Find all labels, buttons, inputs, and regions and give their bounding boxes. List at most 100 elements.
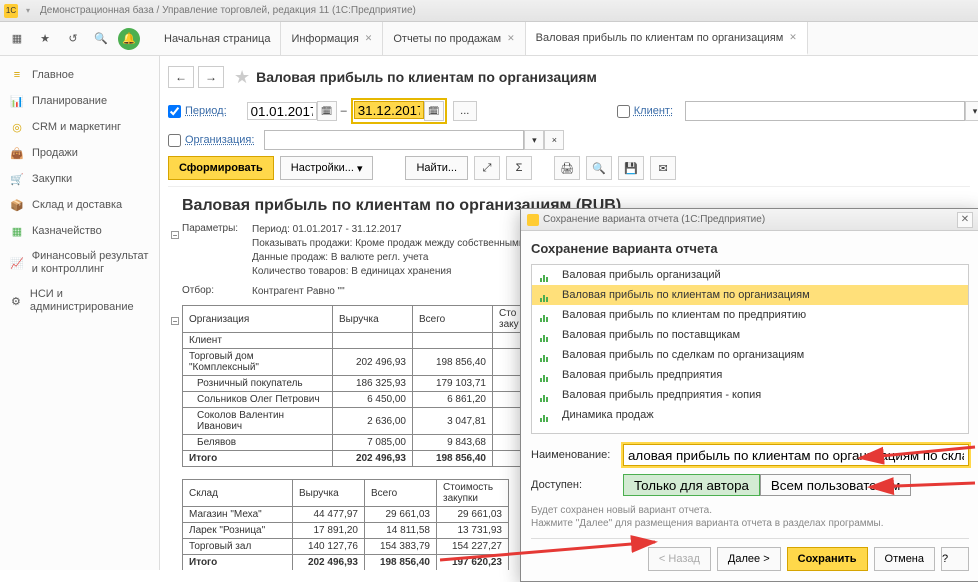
tab-info[interactable]: Информация✕: [281, 22, 383, 55]
preview-icon[interactable]: 🔍: [586, 156, 612, 180]
variant-name-input[interactable]: [623, 444, 969, 466]
bag-icon: 👜: [10, 146, 24, 160]
collapse-icon[interactable]: ⤢: [474, 156, 500, 180]
org-checkbox[interactable]: [168, 134, 181, 147]
money-icon: ▦: [10, 224, 24, 238]
params-label: Параметры:: [182, 223, 252, 279]
sidebar-item-sales[interactable]: 👜Продажи: [0, 140, 159, 166]
email-icon[interactable]: ✉: [650, 156, 676, 180]
variants-list[interactable]: Валовая прибыль организацийВаловая прибы…: [531, 264, 969, 434]
chart-icon: [540, 350, 554, 360]
sidebar-item-finance[interactable]: 📈Финансовый результат и контроллинг: [0, 244, 159, 282]
close-icon[interactable]: ✕: [507, 33, 515, 44]
chart-icon: [540, 310, 554, 320]
dialog-close-button[interactable]: ✕: [957, 212, 973, 228]
sidebar-item-purchases[interactable]: 🛒Закупки: [0, 166, 159, 192]
report-table-2: СкладВыручкаВсегоСтоимость закупки Магаз…: [182, 479, 509, 570]
save-button[interactable]: Сохранить: [787, 547, 868, 571]
tab-bar: Начальная страница Информация✕ Отчеты по…: [154, 22, 808, 55]
apps-icon[interactable]: ▦: [6, 28, 28, 50]
period-checkbox[interactable]: [168, 105, 181, 118]
variant-item[interactable]: Валовая прибыль по сделкам по организаци…: [532, 345, 968, 365]
sum-icon[interactable]: Σ: [506, 156, 532, 180]
sidebar-item-crm[interactable]: ◎CRM и маркетинг: [0, 114, 159, 140]
find-button[interactable]: Найти...: [405, 156, 468, 180]
outline-toggle[interactable]: −: [171, 231, 179, 239]
target-icon: ◎: [10, 120, 24, 134]
date-from-input[interactable]: [247, 102, 317, 120]
filter-label: Отбор:: [182, 285, 252, 299]
nav-forward-button[interactable]: →: [198, 66, 224, 88]
params-values: Период: 01.01.2017 - 31.12.2017 Показыва…: [252, 223, 525, 279]
cancel-button[interactable]: Отмена: [874, 547, 935, 571]
settings-button[interactable]: Настройки... ▾: [280, 156, 374, 180]
org-label: Организация:: [185, 134, 254, 146]
favorite-star-icon[interactable]: ★: [234, 67, 250, 88]
gear-icon: ⚙: [10, 294, 22, 308]
app-titlebar: 1C ▾ Демонстрационная база / Управление …: [0, 0, 978, 22]
date-to-input[interactable]: [354, 101, 424, 119]
chart-icon: [540, 370, 554, 380]
access-label: Доступен:: [531, 479, 623, 491]
chart-icon: [540, 390, 554, 400]
calendar-icon[interactable]: 🗓: [317, 101, 337, 121]
next-button[interactable]: Далее >: [717, 547, 781, 571]
dropdown-icon[interactable]: ▾: [965, 101, 978, 121]
print-icon[interactable]: 🖨: [554, 156, 580, 180]
author-only-button[interactable]: Только для автора: [623, 474, 760, 496]
app-title: Демонстрационная база / Управление торго…: [40, 5, 416, 16]
name-label: Наименование:: [531, 449, 623, 461]
sidebar-item-treasury[interactable]: ▦Казначейство: [0, 218, 159, 244]
sidebar-item-main[interactable]: ≡Главное: [0, 62, 159, 88]
tab-gross-profit[interactable]: Валовая прибыль по клиентам по организац…: [526, 22, 808, 55]
star-icon[interactable]: ★: [34, 28, 56, 50]
client-input[interactable]: [685, 101, 965, 121]
filter-value: Контрагент Равно "": [252, 285, 345, 299]
chart-icon: [540, 290, 554, 300]
sidebar-item-warehouse[interactable]: 📦Склад и доставка: [0, 192, 159, 218]
variant-item[interactable]: Валовая прибыль по поставщикам: [532, 325, 968, 345]
period-picker-button[interactable]: ...: [453, 101, 477, 121]
box-icon: 📦: [10, 198, 24, 212]
history-icon[interactable]: ↺: [62, 28, 84, 50]
org-input[interactable]: [264, 130, 524, 150]
variant-item[interactable]: Валовая прибыль предприятия - копия: [532, 385, 968, 405]
run-report-button[interactable]: Сформировать: [168, 156, 274, 180]
sidebar-item-nsi[interactable]: ⚙НСИ и администрирование: [0, 282, 159, 320]
all-users-button[interactable]: Всем пользователям: [760, 474, 911, 496]
variant-item[interactable]: Динамика продаж: [532, 405, 968, 425]
chart-icon: [540, 330, 554, 340]
app-icon: [527, 214, 539, 226]
save-icon[interactable]: 💾: [618, 156, 644, 180]
calendar-icon[interactable]: 🗓: [424, 101, 444, 121]
client-checkbox[interactable]: [617, 105, 630, 118]
search-icon[interactable]: 🔍: [90, 28, 112, 50]
chart-icon: [540, 270, 554, 280]
close-icon[interactable]: ✕: [789, 32, 797, 43]
dialog-info: Будет сохранен новый вариант отчета. Наж…: [531, 504, 969, 530]
list-icon: ≡: [10, 68, 24, 82]
clear-icon[interactable]: ×: [544, 130, 564, 150]
nav-back-button[interactable]: ←: [168, 66, 194, 88]
fin-icon: 📈: [10, 256, 24, 270]
back-button: < Назад: [648, 547, 711, 571]
help-button[interactable]: ?: [941, 547, 969, 571]
notifications-icon[interactable]: 🔔: [118, 28, 140, 50]
tab-home[interactable]: Начальная страница: [154, 22, 281, 55]
dropdown-icon[interactable]: ▾: [524, 130, 544, 150]
page-title: Валовая прибыль по клиентам по организац…: [256, 69, 597, 85]
variant-item[interactable]: Валовая прибыль организаций: [532, 265, 968, 285]
variant-item[interactable]: Валовая прибыль по клиентам по организац…: [532, 285, 968, 305]
close-icon[interactable]: ✕: [365, 33, 373, 44]
outline-toggle[interactable]: −: [171, 317, 179, 325]
save-variant-dialog: Сохранение варианта отчета (1С:Предприят…: [520, 208, 978, 582]
variant-item[interactable]: Валовая прибыль по клиентам по предприят…: [532, 305, 968, 325]
tab-sales-reports[interactable]: Отчеты по продажам✕: [383, 22, 525, 55]
titlebar-dropdown[interactable]: ▾: [22, 5, 34, 17]
report-table-1: ОрганизацияВыручкаВсегоСто заку Клиент Т…: [182, 305, 533, 467]
sidebar-item-planning[interactable]: 📊Планирование: [0, 88, 159, 114]
dialog-window-title: Сохранение варианта отчета (1С:Предприят…: [543, 214, 765, 225]
variant-item[interactable]: Валовая прибыль предприятия: [532, 365, 968, 385]
main-toolbar: ▦ ★ ↺ 🔍 🔔 Начальная страница Информация✕…: [0, 22, 978, 56]
chart-icon: [540, 410, 554, 420]
